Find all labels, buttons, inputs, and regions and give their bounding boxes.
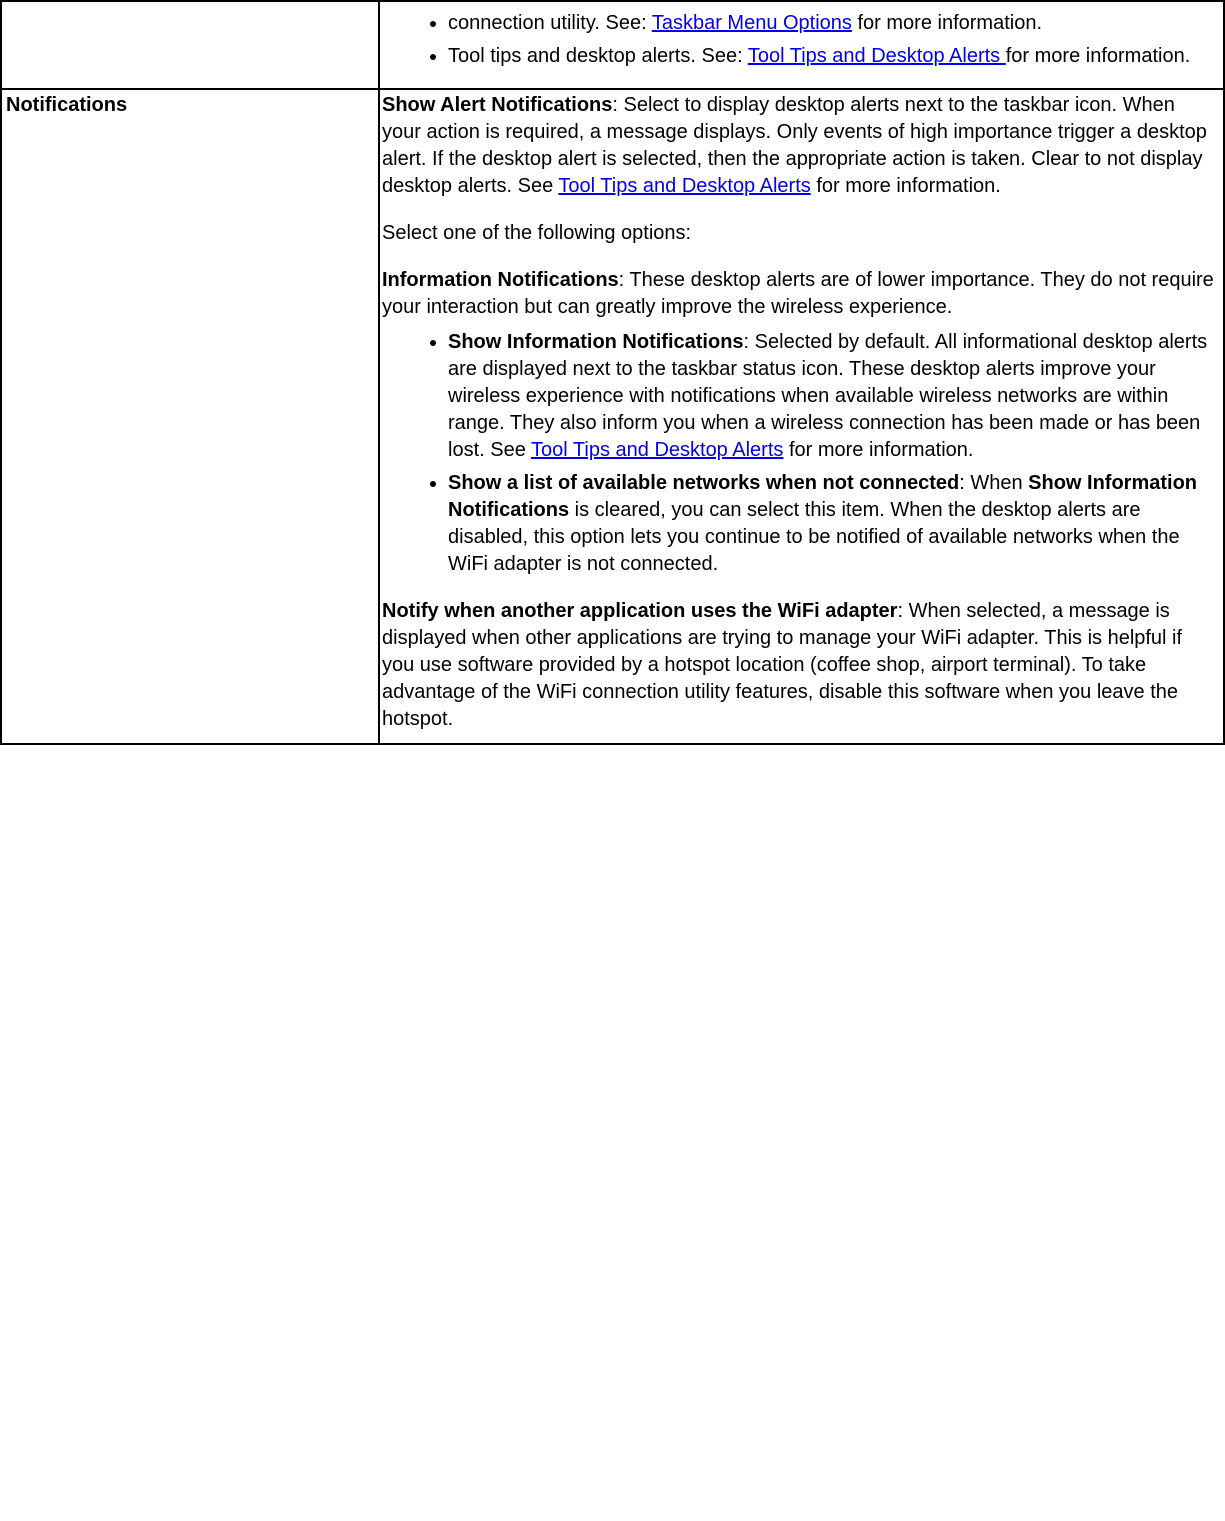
list-item: Show Information Notifications: Selected… [448,329,1217,464]
text: : When [959,472,1028,494]
text: for more information. [852,12,1042,34]
show-information-notifications-label: Show Information Notifications [448,331,744,353]
paragraph: Show Alert Notifications: Select to disp… [382,92,1217,200]
table-row: Notifications Show Alert Notifications: … [1,89,1224,744]
tool-tips-desktop-alerts-link[interactable]: Tool Tips and Desktop Alerts [748,45,1006,67]
notifications-label: Notifications [6,94,127,116]
tool-tips-desktop-alerts-link[interactable]: Tool Tips and Desktop Alerts [558,175,810,197]
setting-description-cell: connection utility. See: Taskbar Menu Op… [379,1,1224,89]
list-item: connection utility. See: Taskbar Menu Op… [448,10,1217,37]
show-alert-notifications-label: Show Alert Notifications [382,94,612,116]
tool-tips-desktop-alerts-link[interactable]: Tool Tips and Desktop Alerts [531,439,783,461]
list-item: Tool tips and desktop alerts. See: Tool … [448,43,1217,70]
text: for more information. [1006,45,1191,67]
taskbar-menu-options-link[interactable]: Taskbar Menu Options [652,12,852,34]
setting-description-cell: Show Alert Notifications: Select to disp… [379,89,1224,744]
text: Tool tips and desktop alerts. See: [448,45,748,67]
information-notifications-label: Information Notifications [382,269,619,291]
setting-label-cell [1,1,379,89]
paragraph: Information Notifications: These desktop… [382,267,1217,321]
text: for more information. [811,175,1001,197]
table-row: connection utility. See: Taskbar Menu Op… [1,1,1224,89]
notify-another-app-label: Notify when another application uses the… [382,600,897,622]
setting-label-cell: Notifications [1,89,379,744]
show-available-networks-label: Show a list of available networks when n… [448,472,959,494]
text: for more information. [783,439,973,461]
list-item: Show a list of available networks when n… [448,470,1217,578]
paragraph: Select one of the following options: [382,220,1217,247]
description-list: connection utility. See: Taskbar Menu Op… [382,10,1217,70]
description-list: Show Information Notifications: Selected… [382,329,1217,578]
paragraph: Notify when another application uses the… [382,598,1217,733]
text: connection utility. See: [448,12,652,34]
settings-table: connection utility. See: Taskbar Menu Op… [0,0,1225,745]
